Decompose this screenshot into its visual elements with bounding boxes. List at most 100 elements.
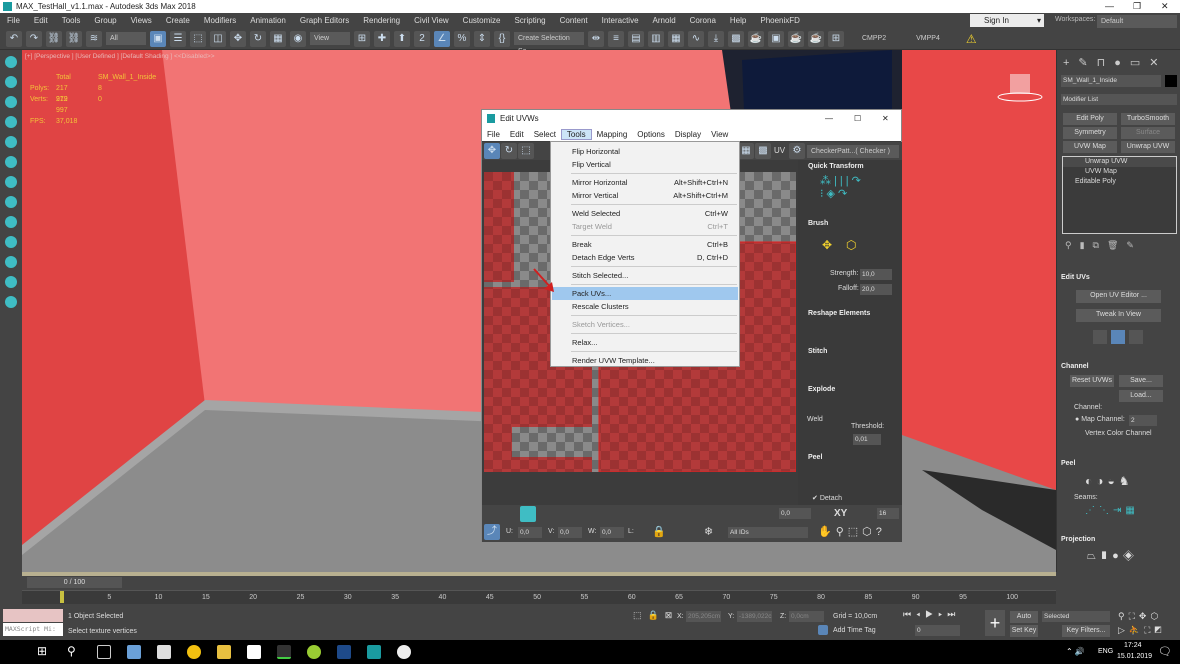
menu-item-sketch-vertices[interactable]: Sketch Vertices... xyxy=(552,318,738,331)
edit-poly-button[interactable]: Edit Poly xyxy=(1063,113,1117,125)
vmpp4-button[interactable]: VMPP4 xyxy=(916,35,940,42)
u-field[interactable]: 0,0 xyxy=(518,527,542,538)
undo-icon[interactable]: ↶ xyxy=(6,30,22,47)
detach-checkbox[interactable]: ✔ Detach xyxy=(812,494,842,502)
render-iterative-icon[interactable]: ☕ xyxy=(808,30,824,47)
tweak-in-view-button[interactable]: Tweak In View xyxy=(1076,309,1161,322)
command-panel-tabs[interactable]: +✎⊓●▭✕ xyxy=(1063,56,1167,69)
menu-create[interactable]: Create xyxy=(159,16,197,25)
chrome-icon[interactable] xyxy=(187,645,201,659)
reshape-elements-title[interactable]: Reshape Elements xyxy=(808,310,924,317)
viewport-nav-controls[interactable]: ⚲⛶✥⬡ ▷⛹⛶◩ xyxy=(1118,609,1166,637)
file-explorer-icon[interactable] xyxy=(217,645,231,659)
start-icon[interactable]: ⊞ xyxy=(37,644,47,658)
select-object-icon[interactable]: ▣ xyxy=(150,30,166,47)
menu-edit[interactable]: Edit xyxy=(27,16,55,25)
time-slider[interactable]: 0 / 100 xyxy=(27,577,122,588)
stack-icon[interactable] xyxy=(5,136,17,148)
z-coord-field[interactable]: 0,0cm xyxy=(789,611,824,622)
maxscript-input[interactable]: MAXScript Mi: xyxy=(3,623,63,636)
stitch-title[interactable]: Stitch xyxy=(808,348,924,355)
unwrap-uvw-button[interactable]: Unwrap UVW xyxy=(1121,141,1175,153)
set-key-button[interactable]: Set Key xyxy=(1010,625,1038,637)
rotate-icon[interactable] xyxy=(5,176,17,188)
uvw-close-button[interactable]: ✕ xyxy=(882,110,889,127)
window-crossing-icon[interactable]: ◫ xyxy=(210,30,226,47)
seam-tools[interactable]: ⋰⋱⇥▦ xyxy=(1085,505,1139,516)
uvw-menu-select[interactable]: Select xyxy=(529,130,561,139)
add-time-tag-button[interactable]: Add Time Tag xyxy=(833,627,876,634)
redo-icon[interactable]: ↷ xyxy=(26,30,42,47)
uvw-menu-edit[interactable]: Edit xyxy=(505,130,529,139)
calendar-icon[interactable] xyxy=(157,645,171,659)
menu-item-rescale-clusters[interactable]: Rescale Clusters xyxy=(552,300,738,313)
helper-icon[interactable] xyxy=(5,156,17,168)
texture-dropdown[interactable]: CheckerPatt...( Checker ) xyxy=(807,145,899,158)
restore-button[interactable]: ❐ xyxy=(1133,0,1141,13)
ribbon-icon[interactable]: ▦ xyxy=(668,30,684,47)
time-slider-handle[interactable] xyxy=(60,591,64,603)
peel-tools[interactable]: ◐◑◒♞ xyxy=(1085,474,1134,488)
strength-spinner[interactable]: 10,0 xyxy=(860,269,892,280)
unreal-icon[interactable] xyxy=(397,645,411,659)
vertex-color-channel-radio[interactable]: Vertex Color Channel xyxy=(1085,430,1152,437)
save-button[interactable]: Save... xyxy=(1119,375,1163,387)
load-button[interactable]: Load... xyxy=(1119,390,1163,402)
menu-interactive[interactable]: Interactive xyxy=(595,16,646,25)
placement-icon[interactable]: ◉ xyxy=(290,30,306,47)
edit-uvs-rollout-title[interactable]: Edit UVs xyxy=(1061,274,1177,281)
stack-item-uvw-map[interactable]: UVW Map xyxy=(1063,167,1176,177)
menu-group[interactable]: Group xyxy=(87,16,123,25)
settings-icon[interactable] xyxy=(5,296,17,308)
transform-mode-icon[interactable]: ⤴ xyxy=(484,524,500,540)
render-icon[interactable]: ☕ xyxy=(788,30,804,47)
grid-icon[interactable] xyxy=(5,216,17,228)
view-nav-tools[interactable]: ✋⚲⬚⬡? xyxy=(818,525,886,538)
turbosmooth-button[interactable]: TurboSmooth xyxy=(1121,113,1175,125)
uvw-menu-options[interactable]: Options xyxy=(632,130,670,139)
scene-explorer-icon[interactable]: ▤ xyxy=(628,30,644,47)
menu-item-mirror-vertical[interactable]: Mirror Vertical Alt+Shift+Ctrl+M xyxy=(552,189,738,202)
object-name-field[interactable]: SM_Wall_1_Inside xyxy=(1061,75,1161,87)
y-coord-field[interactable]: -1389,022c xyxy=(737,611,772,622)
stack-item-unwrap-uvw[interactable]: Unwrap UVW xyxy=(1063,157,1176,167)
object-color-swatch[interactable] xyxy=(1165,75,1177,87)
paint-icon[interactable] xyxy=(5,276,17,288)
align-icon[interactable]: ≡ xyxy=(608,30,624,47)
epic-games-icon[interactable] xyxy=(277,645,291,659)
close-button[interactable]: ✕ xyxy=(1161,0,1169,13)
menu-civil-view[interactable]: Civil View xyxy=(407,16,456,25)
grid-spinner[interactable]: 16 xyxy=(877,508,899,519)
system-tray-icons[interactable]: ⌃ 🔊 xyxy=(1066,647,1085,656)
menu-animation[interactable]: Animation xyxy=(243,16,293,25)
move-icon[interactable]: ✥ xyxy=(484,143,500,159)
uv-cluster[interactable] xyxy=(484,172,514,282)
key-filters-button[interactable]: Key Filters... xyxy=(1062,625,1110,637)
display-icon[interactable] xyxy=(5,256,17,268)
light-icon[interactable] xyxy=(5,56,17,68)
clock-time[interactable]: 17:24 xyxy=(1124,642,1142,649)
rotate-icon[interactable]: ↻ xyxy=(501,143,517,159)
v-field[interactable]: 0,0 xyxy=(558,527,582,538)
menu-item-render-uvw-template[interactable]: Render UVW Template... xyxy=(552,354,738,367)
reset-uvws-button[interactable]: Reset UVWs xyxy=(1070,375,1114,387)
scale-icon[interactable]: ▦ xyxy=(270,30,286,47)
camera-icon[interactable] xyxy=(5,96,17,108)
stack-tools[interactable]: ⚲▮⧉🗑✎ xyxy=(1065,240,1142,251)
menu-phoenixfd[interactable]: PhoenixFD xyxy=(753,16,807,25)
link-icon[interactable]: ⛓ xyxy=(46,30,62,47)
snaps-toggle-icon[interactable]: 2 xyxy=(414,30,430,47)
3dsmax-icon[interactable] xyxy=(367,645,381,659)
workspace-dropdown[interactable]: Default xyxy=(1097,15,1177,28)
rendered-frame-icon[interactable]: ▣ xyxy=(768,30,784,47)
menu-content[interactable]: Content xyxy=(553,16,595,25)
map-channel-radio[interactable]: ● Map Channel: xyxy=(1075,416,1125,423)
freeze-icon[interactable]: ❄ xyxy=(704,525,713,538)
w-field[interactable]: 0,0 xyxy=(600,527,624,538)
menu-views[interactable]: Views xyxy=(124,16,159,25)
search-icon[interactable]: ⚲ xyxy=(67,644,76,658)
rotate-icon[interactable]: ↻ xyxy=(250,30,266,47)
vertex-mode-icon[interactable] xyxy=(1093,330,1107,344)
select-manipulate-icon[interactable]: ✚ xyxy=(374,30,390,47)
channel-rollout-title[interactable]: Channel xyxy=(1061,363,1177,370)
